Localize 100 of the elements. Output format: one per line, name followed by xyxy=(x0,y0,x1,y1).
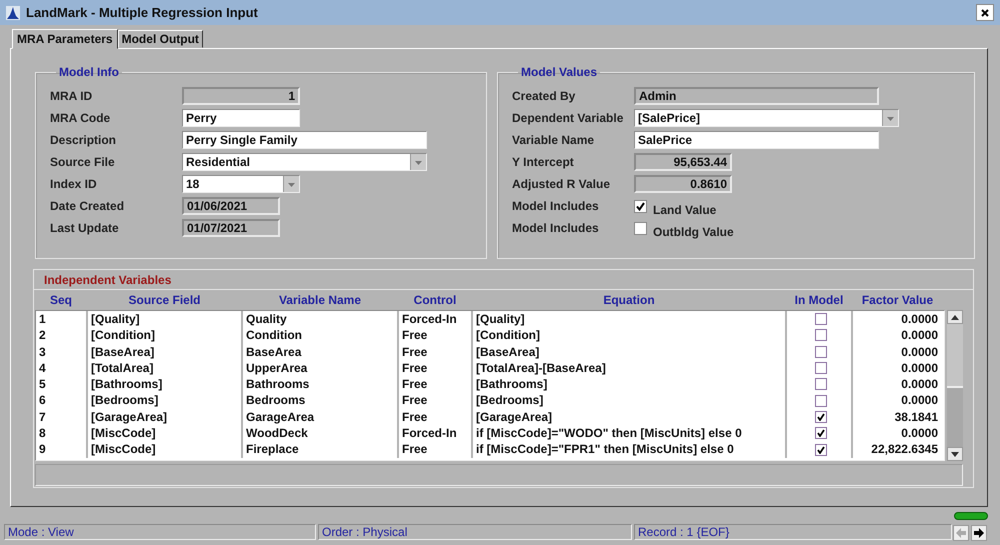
table-cell: Free xyxy=(399,376,473,392)
field-label: Y Intercept xyxy=(512,155,575,169)
dropdown-field[interactable]: 18 xyxy=(182,175,300,193)
table-cell: Free xyxy=(399,441,473,458)
column-header[interactable]: In Model xyxy=(786,293,852,307)
down-arrow-icon xyxy=(951,452,959,456)
readonly-field: 01/07/2021 xyxy=(182,219,280,237)
column-header[interactable]: Equation xyxy=(472,293,786,307)
field-label: Description xyxy=(50,133,118,147)
table-cell: [Bathrooms] xyxy=(473,376,787,392)
column-header[interactable]: Seq xyxy=(35,293,87,307)
table-cell: 4 xyxy=(36,360,88,376)
checkbox[interactable] xyxy=(814,410,826,423)
table-cell-text: 38.1841 xyxy=(894,408,939,426)
table-cell: 8 xyxy=(36,425,88,442)
next-button[interactable] xyxy=(971,525,987,541)
panel-title: Independent Variables xyxy=(44,272,172,286)
table-cell: Free xyxy=(399,392,473,409)
table-cell-text: 0.0000 xyxy=(900,392,939,409)
field-label: Source File xyxy=(50,155,116,169)
table-cell: 7 xyxy=(36,408,88,426)
table-cell: [TotalArea]-[BaseArea] xyxy=(473,360,787,376)
field-label: Variable Name xyxy=(512,133,596,147)
text-field[interactable]: SalePrice xyxy=(634,131,879,149)
table-cell-text: 0.0000 xyxy=(900,425,939,442)
dropdown-field[interactable]: Residential xyxy=(182,153,427,171)
text-field[interactable]: Perry xyxy=(182,109,300,127)
field-label: Adjusted R Value xyxy=(512,177,612,191)
table-cell: UpperArea xyxy=(243,360,399,376)
dropdown-field[interactable]: [SalePrice] xyxy=(634,109,899,127)
table-cell: Bedrooms xyxy=(243,392,399,409)
status-indicator xyxy=(954,512,988,520)
table-cell: Bathrooms xyxy=(243,376,399,392)
table-cell: [Condition] xyxy=(88,327,243,344)
tab[interactable]: MRA Parameters xyxy=(12,29,118,49)
column-header[interactable]: Variable Name xyxy=(242,293,398,307)
status-panel: Record : 1 {EOF} xyxy=(634,524,952,540)
scroll-up-button[interactable] xyxy=(947,310,963,324)
table-cell: Forced-In xyxy=(399,425,473,442)
scrollbar[interactable] xyxy=(947,310,963,461)
checkbox[interactable] xyxy=(814,346,826,358)
field-label: MRA ID xyxy=(50,89,94,103)
app-logo-icon xyxy=(6,6,20,20)
table-cell: if [MiscCode]="FPR1" then [MiscUnits] else 0 xyxy=(473,441,787,458)
table-cell: WoodDeck xyxy=(243,425,399,442)
checkbox[interactable] xyxy=(634,222,647,234)
table-cell: Forced-In xyxy=(399,311,473,328)
table-cell: Fireplace xyxy=(243,441,399,458)
group-title: Model Values xyxy=(520,65,598,79)
checkbox[interactable] xyxy=(814,329,826,342)
table-cell-text: 0.0000 xyxy=(900,360,939,376)
field-label: MRA Code xyxy=(50,111,112,125)
table-cell: Quality xyxy=(243,311,399,328)
table-cell: GarageArea xyxy=(243,408,399,426)
checkbox[interactable] xyxy=(814,378,826,390)
table-cell: Free xyxy=(399,344,473,360)
field-label: Model Includes xyxy=(512,199,600,213)
right-arrow-icon xyxy=(974,528,984,538)
checkbox[interactable] xyxy=(814,394,826,407)
left-arrow-icon xyxy=(956,528,966,538)
checkbox-label: Land Value xyxy=(653,203,716,217)
column-header[interactable]: Factor Value xyxy=(852,293,943,307)
close-button[interactable] xyxy=(976,4,994,21)
scroll-down-button[interactable] xyxy=(947,447,963,461)
checkbox[interactable] xyxy=(814,362,826,374)
checkbox-label: Outbldg Value xyxy=(653,225,734,239)
table-cell: Condition xyxy=(243,327,399,344)
table-cell-text: 0.0000 xyxy=(900,327,939,344)
checkbox[interactable] xyxy=(814,313,826,326)
table-cell-text: 0.0000 xyxy=(900,311,939,328)
table-cell: [BaseArea] xyxy=(88,344,243,360)
group-title: Model Info xyxy=(58,65,120,79)
table-cell: [BaseArea] xyxy=(473,344,787,360)
column-header[interactable]: Source Field xyxy=(87,293,242,307)
scrollbar-thumb[interactable] xyxy=(947,324,963,388)
readonly-field: 01/06/2021 xyxy=(182,197,280,215)
field-label: Last Update xyxy=(50,221,120,235)
column-header[interactable]: Control xyxy=(398,293,472,307)
checkbox[interactable] xyxy=(634,200,647,212)
table-cell: [Quality] xyxy=(88,311,243,328)
status-panel: Order : Physical xyxy=(318,524,632,540)
table-cell: [Bathrooms] xyxy=(88,376,243,392)
checkbox[interactable] xyxy=(814,427,826,440)
text-field[interactable]: Perry Single Family xyxy=(182,131,427,149)
window-title: LandMark - Multiple Regression Input xyxy=(26,5,258,20)
table-cell: Free xyxy=(399,360,473,376)
table-cell: 1 xyxy=(36,311,88,328)
table-cell: 9 xyxy=(36,441,88,458)
tab[interactable]: Model Output xyxy=(118,30,203,48)
field-label: Dependent Variable xyxy=(512,111,624,125)
checkbox[interactable] xyxy=(814,444,826,456)
table-cell: [Bedrooms] xyxy=(473,392,787,409)
table-cell: 6 xyxy=(36,392,88,409)
table-cell: [Quality] xyxy=(473,311,787,328)
status-panel: Mode : View xyxy=(4,524,316,540)
table-cell: [GarageArea] xyxy=(473,408,787,426)
up-arrow-icon xyxy=(951,314,959,320)
table-cell: 5 xyxy=(36,376,88,392)
table-cell: Free xyxy=(399,327,473,344)
table-cell: Free xyxy=(399,408,473,426)
